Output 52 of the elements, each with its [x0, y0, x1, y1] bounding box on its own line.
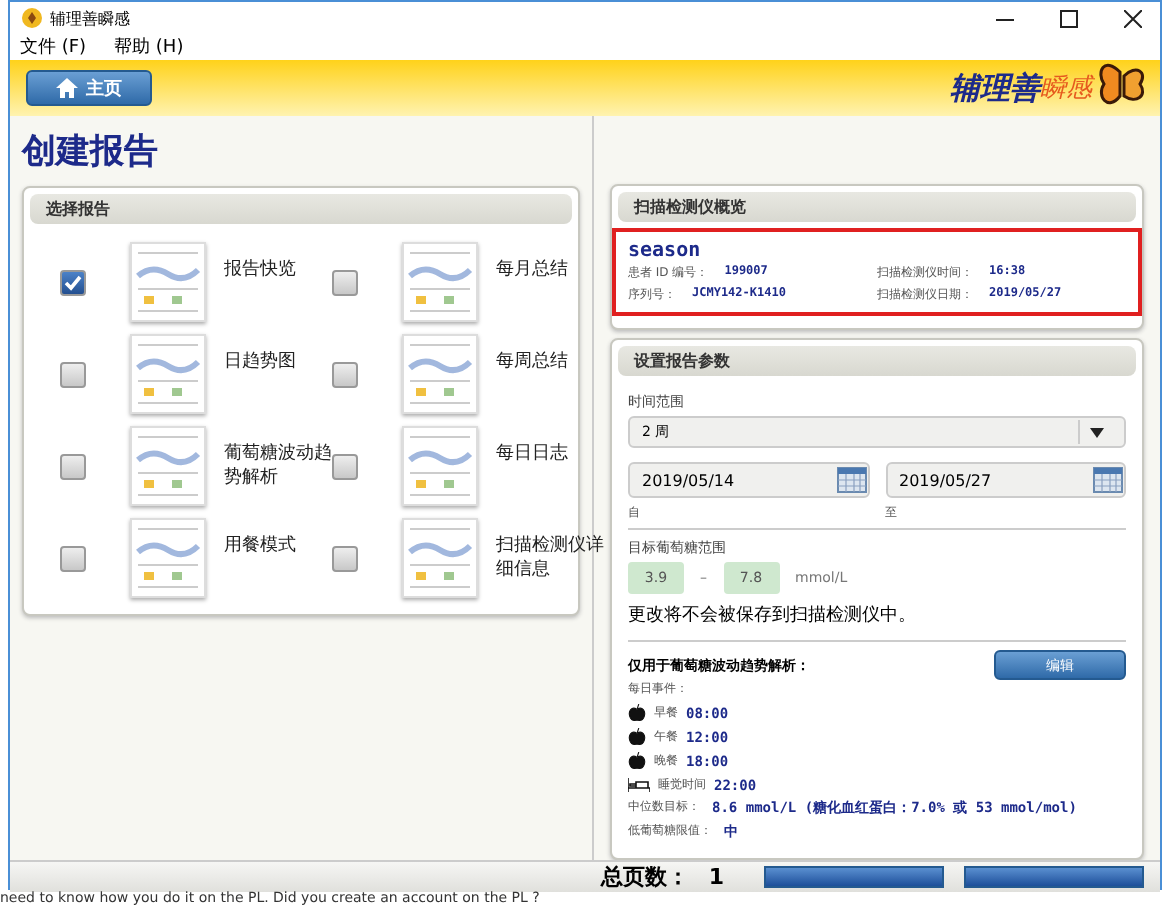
checkbox[interactable] [60, 545, 86, 571]
window-title: 辅理善瞬感 [50, 7, 130, 29]
report-thumbnail [130, 518, 206, 598]
home-button[interactable]: 主页 [26, 70, 152, 106]
apple-icon [628, 752, 646, 770]
checkbox[interactable] [332, 361, 358, 387]
brand-accent-text: 瞬感 [1040, 74, 1092, 106]
report-label: 扫描检测仪详细信息 [496, 534, 604, 582]
calendar-icon[interactable] [835, 466, 867, 494]
menu-item[interactable]: 文件 (F) [20, 34, 87, 60]
apple-icon [628, 704, 646, 722]
report-thumbnail [130, 334, 206, 414]
close-icon [1123, 9, 1141, 27]
menu-item[interactable]: 帮助 (H) [114, 34, 184, 60]
checkbox[interactable] [60, 269, 86, 295]
maximize-icon [1059, 9, 1077, 27]
footer-button[interactable] [964, 866, 1144, 888]
report-label: 日趋势图 [224, 350, 298, 376]
checkbox[interactable] [60, 453, 86, 479]
panel-header: 设置报告参数 [618, 346, 1136, 376]
report-label: 葡萄糖波动趋势解析 [224, 442, 332, 490]
report-label: 报告快览 [224, 258, 298, 284]
page-title: 创建报告 [22, 130, 160, 174]
checkbox[interactable] [332, 453, 358, 479]
report-thumbnail [130, 426, 206, 506]
note-text: 更改将不会被保存到扫描检测仪中。 [628, 603, 918, 628]
patient-name: season [628, 240, 703, 262]
report-label: 每月总结 [496, 258, 570, 284]
checkbox[interactable] [332, 269, 358, 295]
date-field[interactable]: 2019/05/27 [885, 462, 1126, 498]
report-thumbnail [402, 426, 478, 506]
report-thumbnail [402, 334, 478, 414]
home-icon [56, 78, 78, 98]
report-label: 每日日志 [496, 442, 570, 468]
brand-logo-text: 辅理善 [950, 69, 1040, 107]
dropdown-arrow-icon [1089, 427, 1103, 437]
bed-icon [628, 778, 650, 792]
apple-icon [628, 728, 646, 746]
footer-button[interactable] [764, 866, 944, 888]
report-thumbnail [130, 242, 206, 322]
page-count: 1 [708, 864, 724, 890]
report-label: 用餐模式 [224, 534, 298, 560]
panel-header: 扫描检测仪概览 [618, 192, 1136, 222]
panel-header: 选择报告 [30, 194, 572, 224]
calendar-icon[interactable] [1092, 466, 1124, 494]
date-field[interactable]: 2019/05/14 [628, 462, 869, 498]
report-label: 每周总结 [496, 350, 570, 376]
report-thumbnail [402, 518, 478, 598]
checkbox[interactable] [332, 545, 358, 571]
checkbox[interactable] [60, 361, 86, 387]
page-count-label: 总页数： [600, 862, 689, 892]
report-thumbnail [402, 242, 478, 322]
